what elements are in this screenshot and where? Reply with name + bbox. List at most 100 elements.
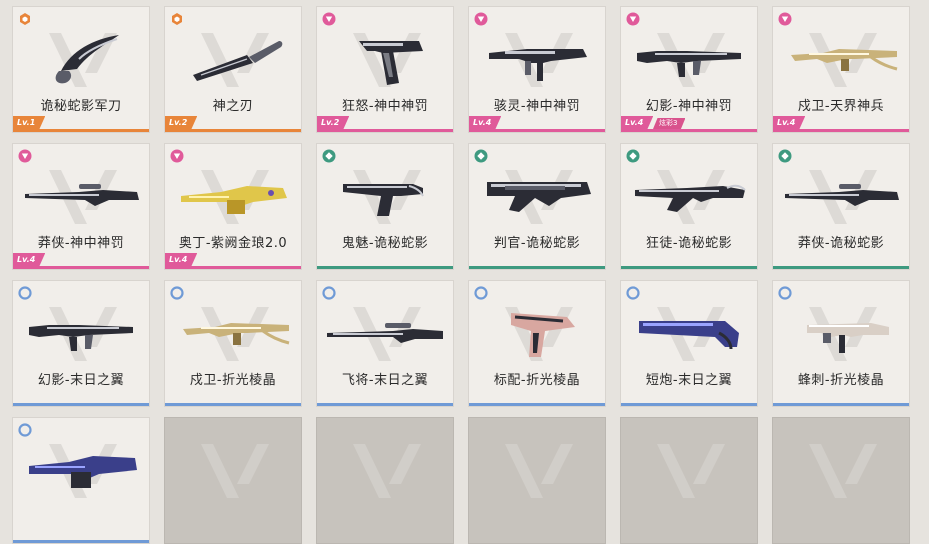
weapon-skin-card[interactable]: 莽侠-诡秘蛇影 [772,143,910,270]
weapon-skin-card[interactable]: 戍卫-天界神兵 Lv.4 [772,6,910,133]
empty-slot [468,417,606,544]
pink-tier-icon [474,11,488,26]
outlaw-sniper-icon [779,166,905,226]
level-badge: Lv.4 [13,253,46,266]
skin-name: 狂怒-神中神罚 [341,99,429,114]
skin-name: 鬼魅-诡秘蛇影 [341,236,429,251]
weapon-skin-card[interactable]: 短炮-末日之翼 [620,280,758,407]
skin-name: 诡秘蛇影军刀 [40,99,122,114]
blue-tier-icon [170,285,184,300]
shorty-shotgun-icon [627,303,753,363]
skin-name: 狂徒-诡秘蛇影 [645,236,733,251]
orange-tier-icon [170,11,184,25]
empty-slot [772,417,910,544]
level-badge: Lv.4 [773,116,806,129]
blue-tier-icon [626,285,640,300]
weapon-skin-card[interactable]: 鬼魅-诡秘蛇影 [316,143,454,270]
skin-name: 神之刃 [212,99,254,114]
watermark-logo [651,436,731,506]
rarity-bar [621,129,757,132]
frenzy-pistol-icon [323,29,449,89]
weapon-skin-card[interactable]: 诡秘蛇影军刀 Lv.1 [12,6,150,133]
empty-slot [164,417,302,544]
skin-name: 判官-诡秘蛇影 [493,236,581,251]
rarity-bar [773,129,909,132]
blue-tier-icon [778,285,792,300]
weapon-skin-card[interactable]: 狂怒-神中神罚 Lv.2 [316,6,454,133]
level-badge: Lv.4 [469,116,502,129]
pink-tier-icon [170,148,184,163]
orange-tier-icon [18,11,32,25]
weapon-skin-card[interactable]: 神之刃 Lv.2 [164,6,302,133]
rarity-bar [469,266,605,269]
rarity-bar [621,403,757,406]
weapon-skin-card[interactable]: 骇灵-神中神罚 Lv.4 [468,6,606,133]
pink-tier-icon [18,148,32,163]
phantom-rifle-icon [627,29,753,89]
skin-name: 飞将-末日之翼 [341,373,429,388]
blue-tier-icon [474,285,488,300]
weapon-skin-card[interactable] [12,417,150,544]
weapon-skin-card[interactable]: 狂徒-诡秘蛇影 [620,143,758,270]
skin-name: 蜂刺-折光棱晶 [797,373,885,388]
rarity-bar [13,540,149,543]
skin-name: 奥丁-紫阙金琅2.0 [178,236,288,251]
skin-name: 幻影-末日之翼 [37,373,125,388]
watermark-logo [499,436,579,506]
rarity-bar [13,129,149,132]
skin-name: 骇灵-神中神罚 [493,99,581,114]
weapon-skin-card[interactable]: 判官-诡秘蛇影 [468,143,606,270]
level-badge: Lv.1 [13,116,46,129]
rarity-bar [317,129,453,132]
skin-name: 标配-折光棱晶 [493,373,581,388]
rarity-bar [317,266,453,269]
pink-tier-icon [322,11,336,26]
rarity-bar [773,403,909,406]
watermark-logo [195,436,275,506]
heavy-mg-icon [19,440,145,500]
pink-tier-icon [778,11,792,26]
marshal-sniper-icon [323,303,449,363]
spectre-smg-icon [475,29,601,89]
weapon-skin-card[interactable]: 飞将-末日之翼 [316,280,454,407]
vandal-rifle-icon [627,166,753,226]
weapon-skin-card[interactable]: 幻影-末日之翼 [12,280,150,407]
blue-tier-icon [18,422,32,437]
weapon-skin-card[interactable]: 幻影-神中神罚 Lv.4 炫彩3 [620,6,758,133]
weapon-skin-card[interactable]: 莽侠-神中神罚 Lv.4 [12,143,150,270]
phantom-rifle-icon [19,303,145,363]
empty-slot [620,417,758,544]
level-badge: Lv.4 [165,253,198,266]
green-tier-icon [474,148,488,163]
guardian-rifle-icon [171,303,297,363]
rarity-bar [165,129,301,132]
rarity-bar [13,403,149,406]
weapon-skin-card[interactable]: 戍卫-折光棱晶 [164,280,302,407]
weapon-skin-card[interactable]: 奥丁-紫阙金琅2.0 Lv.4 [164,143,302,270]
judge-shotgun-icon [475,166,601,226]
rarity-bar [621,266,757,269]
collection-grid: 诡秘蛇影军刀 Lv.1 神之刃 Lv.2 狂怒-神中神罚 Lv.2 骇灵-神中神罚 Lv.4 幻… [0,0,929,544]
green-tier-icon [778,148,792,163]
rarity-bar [165,403,301,406]
skin-name: 短炮-末日之翼 [645,373,733,388]
karambit-knife-icon [19,29,145,89]
watermark-logo [803,436,883,506]
rarity-bar [317,403,453,406]
skin-name: 莽侠-诡秘蛇影 [797,236,885,251]
skin-name: 幻影-神中神罚 [645,99,733,114]
skin-name: 戍卫-折光棱晶 [189,373,277,388]
rarity-bar [773,266,909,269]
weapon-skin-card[interactable]: 蜂刺-折光棱晶 [772,280,910,407]
classic-pistol-icon [475,303,601,363]
rarity-bar [469,403,605,406]
blue-tier-icon [322,285,336,300]
level-badge: Lv.2 [165,116,198,129]
weapon-skin-card[interactable]: 标配-折光棱晶 [468,280,606,407]
blue-tier-icon [18,285,32,300]
skin-name: 戍卫-天界神兵 [797,99,885,114]
variant-badge: 炫彩3 [653,118,686,129]
skin-name: 莽侠-神中神罚 [37,236,125,251]
watermark-logo [347,436,427,506]
rarity-bar [469,129,605,132]
